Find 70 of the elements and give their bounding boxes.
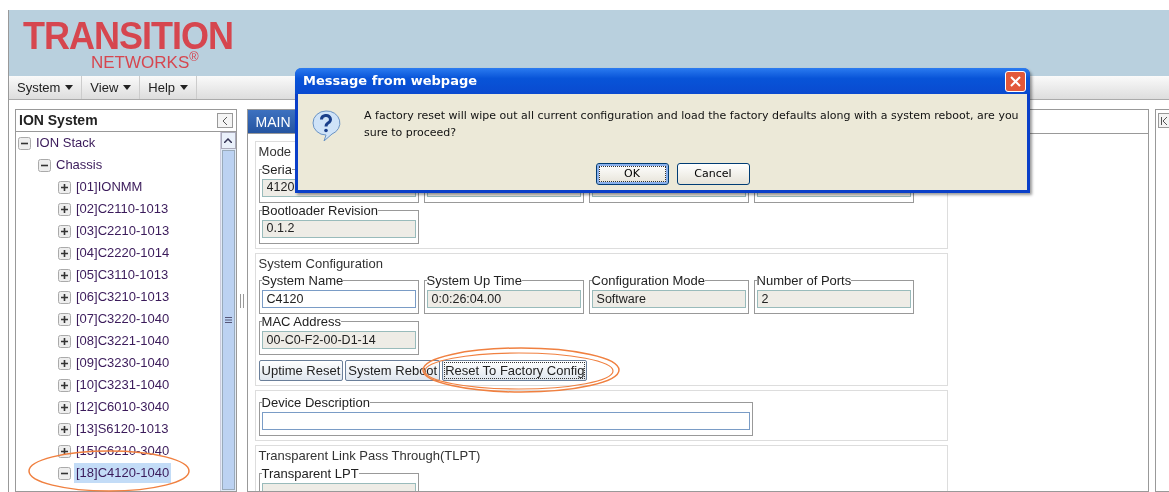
field-label: Configuration Mode [591, 273, 706, 288]
panel-title: ION System [19, 111, 98, 130]
tree-item[interactable]: [07]C3220-1040 [74, 309, 172, 329]
collapse-icon[interactable] [38, 158, 51, 172]
first-page-icon [1160, 116, 1168, 125]
dialog-title: Message from webpage [303, 72, 478, 91]
expand-icon[interactable] [58, 268, 71, 282]
expand-icon[interactable] [58, 180, 71, 194]
action-button[interactable]: Reset To Factory Config [442, 360, 588, 381]
field-label: Number of Ports [756, 273, 852, 288]
field-label: System Name [261, 273, 344, 288]
scroll-up-icon [224, 138, 233, 143]
tree-item[interactable]: [09]C3230-1040 [74, 353, 172, 373]
dialog-message: A factory reset will wipe out all current configuration and load the factory defaults along with a system reboot, are you sure to proceed? [364, 108, 1020, 141]
menu-button[interactable]: System [9, 76, 83, 99]
chevron-left-icon [221, 116, 228, 125]
input-field[interactable]: C4120 [261, 290, 416, 308]
tree-item[interactable]: [10]C3231-1040 [74, 375, 172, 395]
expand-icon[interactable] [58, 334, 71, 348]
expand-icon[interactable] [58, 422, 71, 436]
tree-item[interactable]: [18]C4120-1040 [74, 463, 172, 483]
field-label: System Up Time [426, 273, 522, 288]
tree-item[interactable]: [03]C2210-1013 [74, 221, 172, 241]
tree-item[interactable]: [01]IONMM [74, 177, 145, 197]
dialog-button[interactable]: Cancel [676, 163, 750, 185]
input-field[interactable]: Software [591, 290, 746, 308]
expand-icon[interactable] [58, 290, 71, 304]
collapse-icon[interactable] [58, 466, 71, 480]
grip-icon [224, 317, 232, 323]
expand-icon[interactable] [58, 202, 71, 216]
caret-icon [65, 85, 74, 90]
menu-button[interactable]: View [82, 76, 141, 99]
field-label: Device Description [261, 395, 370, 410]
menu-button[interactable]: Help [140, 76, 198, 99]
group-legend: Mode [258, 144, 294, 159]
expand-icon[interactable] [58, 378, 71, 392]
field-label: MAC Address [261, 314, 342, 329]
tree-item[interactable]: [13]S6120-1013 [74, 419, 171, 439]
expand-icon[interactable] [58, 312, 71, 326]
expand-panel-button[interactable] [1158, 113, 1169, 128]
input-field[interactable]: 0:0:26:04.00 [426, 290, 581, 308]
tree-item[interactable]: [06]C3210-1013 [74, 287, 172, 307]
expand-icon[interactable] [58, 246, 71, 260]
tree-item[interactable]: [08]C3221-1040 [74, 331, 172, 351]
logo-text: TRANSITION [23, 18, 233, 54]
caret-icon [180, 85, 189, 90]
input-field[interactable] [261, 412, 750, 430]
tree-item[interactable]: [12]C6010-3040 [74, 397, 172, 417]
tree-item[interactable]: [04]C2220-1014 [74, 243, 172, 263]
question-icon [310, 108, 342, 141]
group-legend: Transparent Link Pass Through(TLPT) [258, 448, 483, 463]
splitter-grip-icon [239, 293, 244, 308]
scrollbar[interactable] [219, 132, 236, 491]
input-field[interactable]: 00-C0-F2-00-D1-14 [261, 331, 416, 349]
caret-icon [123, 85, 132, 90]
expand-icon[interactable] [58, 356, 71, 370]
tree-item[interactable]: [02]C2110-1013 [74, 199, 171, 219]
tree-item[interactable]: [05]C3110-1013 [74, 265, 171, 285]
close-button[interactable] [1005, 70, 1026, 92]
input-field[interactable]: 0.1.2 [261, 219, 416, 238]
close-icon [1010, 75, 1021, 87]
tree-item[interactable]: ION Stack [34, 133, 98, 153]
expand-icon[interactable] [58, 224, 71, 238]
input-field[interactable]: 2 [756, 290, 911, 308]
collapse-icon[interactable] [18, 136, 31, 150]
tree-item[interactable]: Chassis [54, 155, 105, 175]
expand-icon[interactable] [58, 400, 71, 414]
action-button[interactable]: Uptime Reset [258, 360, 344, 381]
collapse-panel-button[interactable] [216, 113, 233, 128]
dialog-button[interactable]: OK [595, 163, 669, 185]
